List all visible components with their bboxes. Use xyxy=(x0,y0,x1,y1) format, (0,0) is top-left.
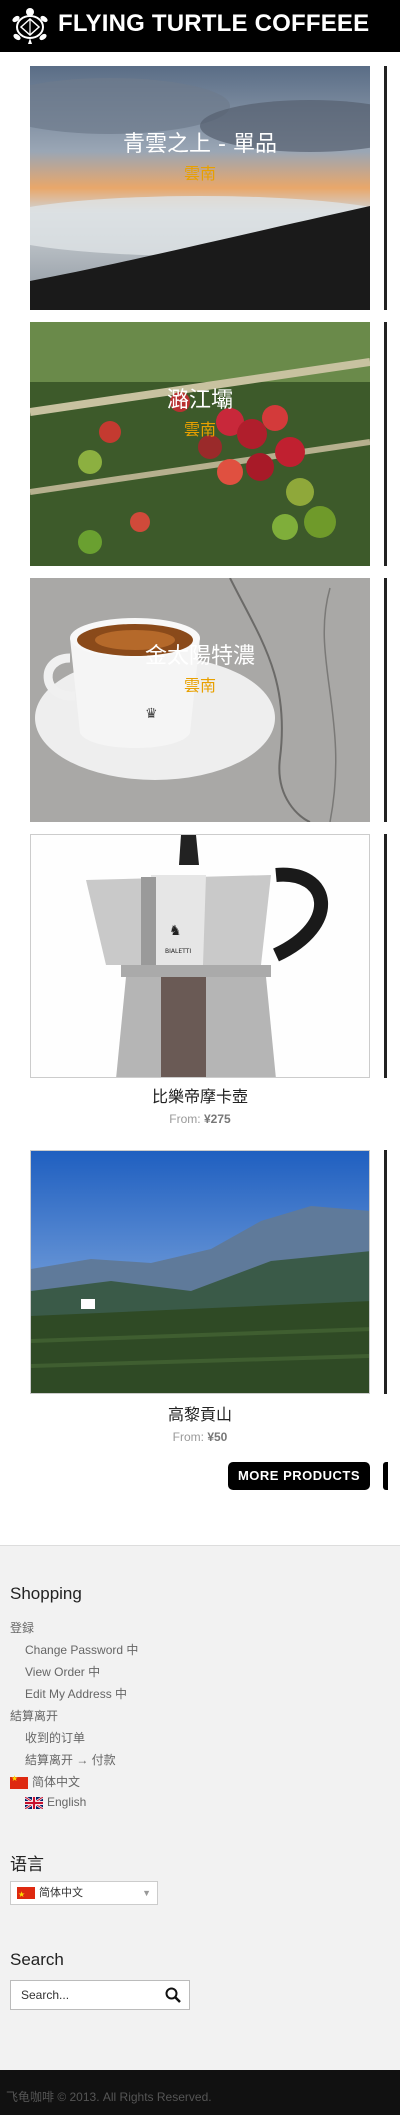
china-flag-icon xyxy=(10,1774,28,1789)
product-image-espresso: ♛ xyxy=(30,578,370,822)
carousel-peek xyxy=(384,322,387,566)
product-card-2[interactable]: 潞江壩 雲南 xyxy=(30,322,370,566)
product-image-mountains xyxy=(31,1151,369,1393)
product-title: 青雲之上 - 單品 xyxy=(123,132,277,157)
product-image-clouds xyxy=(30,66,370,310)
search-icon[interactable] xyxy=(165,1987,181,2003)
edit-address-link[interactable]: Edit My Address 中 xyxy=(25,1685,127,1702)
turtle-logo-icon[interactable] xyxy=(8,4,52,48)
svg-text:BIALETTI: BIALETTI xyxy=(165,948,191,955)
site-title[interactable]: FLYING TURTLE COFFEEE xyxy=(58,10,369,38)
change-password-link[interactable]: Change Password 中 xyxy=(25,1641,138,1658)
copyright-bar: 飞龟咖啡 © 2013. All Rights Reserved. xyxy=(0,2070,400,2115)
view-order-link[interactable]: View Order 中 xyxy=(25,1663,100,1680)
order-received-link[interactable]: 收到的订单 xyxy=(25,1729,85,1746)
product-card-5[interactable] xyxy=(30,1150,370,1394)
language-chinese-link[interactable]: 简体中文 xyxy=(10,1773,80,1790)
carousel-peek xyxy=(384,578,387,822)
product-name[interactable]: 高黎貢山 xyxy=(30,1401,370,1425)
site-header: FLYING TURTLE COFFEEE xyxy=(0,0,400,52)
carousel-peek xyxy=(383,1462,388,1490)
chevron-down-icon: ▼ xyxy=(142,1888,151,1898)
svg-text:♞: ♞ xyxy=(169,923,182,939)
product-title: 潞江壩 xyxy=(166,388,233,413)
more-products-button[interactable]: MORE PRODUCTS xyxy=(228,1462,370,1490)
login-link[interactable]: 登録 xyxy=(10,1619,34,1636)
product-card-3[interactable]: ♛ 金太陽特濃 雲南 xyxy=(30,578,370,822)
copyright-text: 飞龟咖啡 © 2013. All Rights Reserved. xyxy=(6,2090,212,2104)
uk-flag-icon xyxy=(25,1796,43,1809)
search-box[interactable] xyxy=(10,1980,190,2010)
product-title: 金太陽特濃 xyxy=(144,644,255,669)
svg-text:♛: ♛ xyxy=(145,706,158,722)
product-subtitle: 雲南 xyxy=(183,676,216,695)
product-card-4[interactable]: ♞ BIALETTI xyxy=(30,834,370,1078)
language-select[interactable]: 简体中文 ▼ xyxy=(10,1881,158,1906)
search-widget-title: Search xyxy=(10,1950,64,1969)
product-subtitle: 雲南 xyxy=(183,420,216,439)
search-input[interactable] xyxy=(19,1987,163,2003)
language-widget-title: 语言 xyxy=(10,1855,44,1874)
product-image-moka-pot: ♞ BIALETTI xyxy=(31,835,369,1077)
product-price: From: ¥50 xyxy=(172,1430,228,1444)
china-flag-icon xyxy=(17,1884,35,1906)
checkout-link[interactable]: 結算离开 xyxy=(10,1707,58,1724)
product-name[interactable]: 比樂帝摩卡壺 xyxy=(30,1083,370,1107)
shopping-widget-title: Shopping xyxy=(10,1584,82,1603)
carousel-peek xyxy=(384,1150,387,1394)
product-subtitle: 雲南 xyxy=(183,164,216,183)
product-card-1[interactable]: 青雲之上 - 單品 雲南 xyxy=(30,66,370,310)
language-english-link[interactable]: English xyxy=(25,1795,86,1809)
carousel-peek xyxy=(384,834,387,1078)
product-price: From: ¥275 xyxy=(169,1112,231,1126)
checkout-pay-link[interactable]: 結算离开 → 付款 xyxy=(25,1751,116,1768)
carousel-peek xyxy=(384,66,387,310)
product-image-cherries xyxy=(30,322,370,566)
